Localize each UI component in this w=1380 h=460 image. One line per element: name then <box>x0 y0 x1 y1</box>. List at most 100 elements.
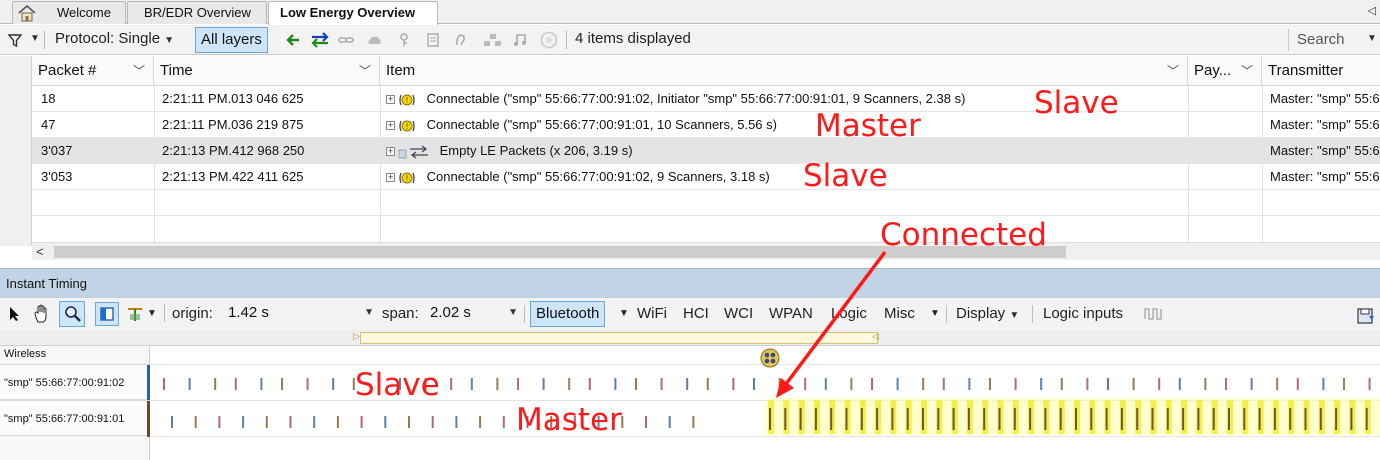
search-dropdown-icon[interactable]: ▼ <box>1367 25 1377 55</box>
chevron-down-icon[interactable]: ﹀ <box>133 56 145 86</box>
pointer-icon[interactable] <box>8 306 20 322</box>
exchange-arrows-icon[interactable] <box>309 32 331 48</box>
table-row[interactable]: 3'037 2:21:13 PM.412 968 250 + Empty LE … <box>32 138 1380 164</box>
span-field[interactable]: 2.02 s ▼ <box>426 302 520 326</box>
logic-inputs-button[interactable]: Logic inputs <box>1043 298 1123 330</box>
packet-mark <box>188 378 191 390</box>
hand-icon[interactable] <box>32 304 52 324</box>
wireless-group-label: Wireless <box>4 348 47 360</box>
table-row[interactable]: 47 2:21:11 PM.036 219 875 +! Connectable… <box>32 112 1380 138</box>
bluetooth-dropdown-icon[interactable]: ▼ <box>619 298 629 330</box>
lane-device-1-label: "smp" 55:66:77:00:91:02 <box>4 377 125 389</box>
panel-icon <box>100 307 114 321</box>
display-menu[interactable]: Display ▼ <box>956 298 1019 330</box>
menu-misc[interactable]: Misc <box>884 298 915 330</box>
packet-mark <box>1243 408 1246 430</box>
bluetooth-button[interactable]: Bluetooth <box>530 301 606 327</box>
menu-wci[interactable]: WCI <box>724 298 753 330</box>
menu-wpan[interactable]: WPAN <box>769 298 813 330</box>
timeline-visible-range[interactable] <box>360 332 878 344</box>
tab-welcome[interactable]: Welcome <box>12 1 126 24</box>
packet-mark <box>804 378 807 390</box>
tab-low-energy-overview[interactable]: Low Energy Overview <box>268 1 438 25</box>
chevron-down-icon[interactable]: ▼ <box>364 302 374 324</box>
table-row[interactable]: 18 2:21:11 PM.013 046 625 +! Connectable… <box>32 86 1380 112</box>
svg-text:!: ! <box>406 122 408 131</box>
timing-plot[interactable] <box>151 346 1380 460</box>
filter-icon[interactable] <box>8 34 22 47</box>
protocol-selector[interactable]: Protocol: Single ▼ <box>55 25 174 55</box>
packet-mark <box>1158 378 1161 390</box>
lane-device-1[interactable]: "smp" 55:66:77:00:91:02 <box>0 364 150 401</box>
empty-packets-icon <box>398 145 428 159</box>
column-header-item[interactable]: Item ﹀ <box>380 56 1188 86</box>
tab-br-edr-overview[interactable]: BR/EDR Overview <box>127 1 267 24</box>
expand-icon[interactable]: + <box>386 173 395 183</box>
home-icon <box>18 4 36 22</box>
horizontal-scrollbar[interactable]: < <box>32 242 1380 260</box>
menu-logic[interactable]: Logic <box>831 298 867 330</box>
annotation-master-lane: Master <box>516 402 622 438</box>
ear-icon <box>456 34 465 46</box>
search-placeholder: Search <box>1297 31 1345 48</box>
packet-mark <box>242 416 245 428</box>
marker-tool-icon[interactable] <box>126 305 144 323</box>
table-row[interactable]: 3'053 2:21:13 PM.422 411 625 +! Connecta… <box>32 164 1380 190</box>
zoom-tool-button[interactable] <box>59 301 85 327</box>
packet-item-text: Connectable ("smp" 55:66:77:00:91:02, 9 … <box>426 169 770 184</box>
column-header-packet[interactable]: Packet # ﹀ <box>32 56 154 86</box>
chevron-down-icon[interactable]: ﹀ <box>1167 56 1179 86</box>
expand-icon[interactable]: + <box>386 147 395 157</box>
packet-number: 3'053 <box>41 169 73 184</box>
packet-mark <box>967 408 970 430</box>
back-arrow-icon[interactable] <box>285 33 301 47</box>
origin-field[interactable]: 1.42 s ▼ <box>224 302 376 326</box>
column-header-item-label: Item <box>386 62 416 79</box>
filter-dropdown-icon[interactable]: ▼ <box>30 25 40 55</box>
packet-mark <box>218 416 221 428</box>
packet-mark <box>408 416 410 428</box>
all-layers-button[interactable]: All layers <box>195 27 268 53</box>
packet-mark <box>1107 378 1109 390</box>
timeline-ruler[interactable]: ▷ ◁ <box>0 330 1380 346</box>
column-header-time[interactable]: Time ﹀ <box>154 56 380 86</box>
packet-mark <box>614 378 617 390</box>
packet-mark <box>1258 408 1261 430</box>
column-header-payload[interactable]: Pay... ﹀ <box>1188 56 1262 86</box>
packet-mark <box>799 408 802 430</box>
tab-scroll-left-icon[interactable]: ◁ <box>1368 4 1376 17</box>
link-icon <box>338 37 354 43</box>
packet-mark <box>260 378 263 390</box>
menu-wifi[interactable]: WiFi <box>637 298 667 330</box>
expand-icon[interactable]: + <box>386 121 395 131</box>
chevron-down-icon[interactable]: ﹀ <box>1241 56 1253 86</box>
packet-mark <box>542 378 545 390</box>
scroll-left-icon[interactable]: < <box>36 243 44 261</box>
packet-mark <box>1029 408 1032 430</box>
column-header-transmitter[interactable]: Transmitter <box>1262 56 1380 86</box>
packet-mark <box>332 378 335 390</box>
packet-mark <box>922 408 924 430</box>
lane-device-2[interactable]: "smp" 55:66:77:00:91:01 <box>0 400 150 437</box>
packet-mark <box>645 416 647 428</box>
chevron-down-icon[interactable]: ▼ <box>508 302 518 324</box>
marker-dropdown-icon[interactable]: ▼ <box>147 298 157 330</box>
packet-mark <box>479 416 482 428</box>
expand-icon[interactable]: + <box>386 95 395 105</box>
packet-mark <box>1014 378 1017 390</box>
save-icon[interactable] <box>1356 306 1376 324</box>
split-view-button[interactable] <box>95 302 119 326</box>
timing-lanes[interactable] <box>151 346 1380 460</box>
chevron-down-icon[interactable]: ﹀ <box>359 56 371 86</box>
packet-mark <box>906 408 909 430</box>
annotation-slave-row4: Slave <box>803 158 888 194</box>
tab-welcome-label: Welcome <box>57 5 111 20</box>
misc-dropdown-icon[interactable]: ▼ <box>930 298 940 330</box>
menu-hci[interactable]: HCI <box>683 298 709 330</box>
packet-mark <box>313 416 316 428</box>
chevron-down-icon: ▼ <box>1009 310 1020 321</box>
logic-signal-icon <box>1144 308 1162 320</box>
connection-highlight <box>765 398 1380 435</box>
table-header: Packet # ﹀ Time ﹀ Item ﹀ Pay... ﹀ Transm… <box>32 56 1380 86</box>
panel-title: Instant Timing <box>6 276 87 291</box>
